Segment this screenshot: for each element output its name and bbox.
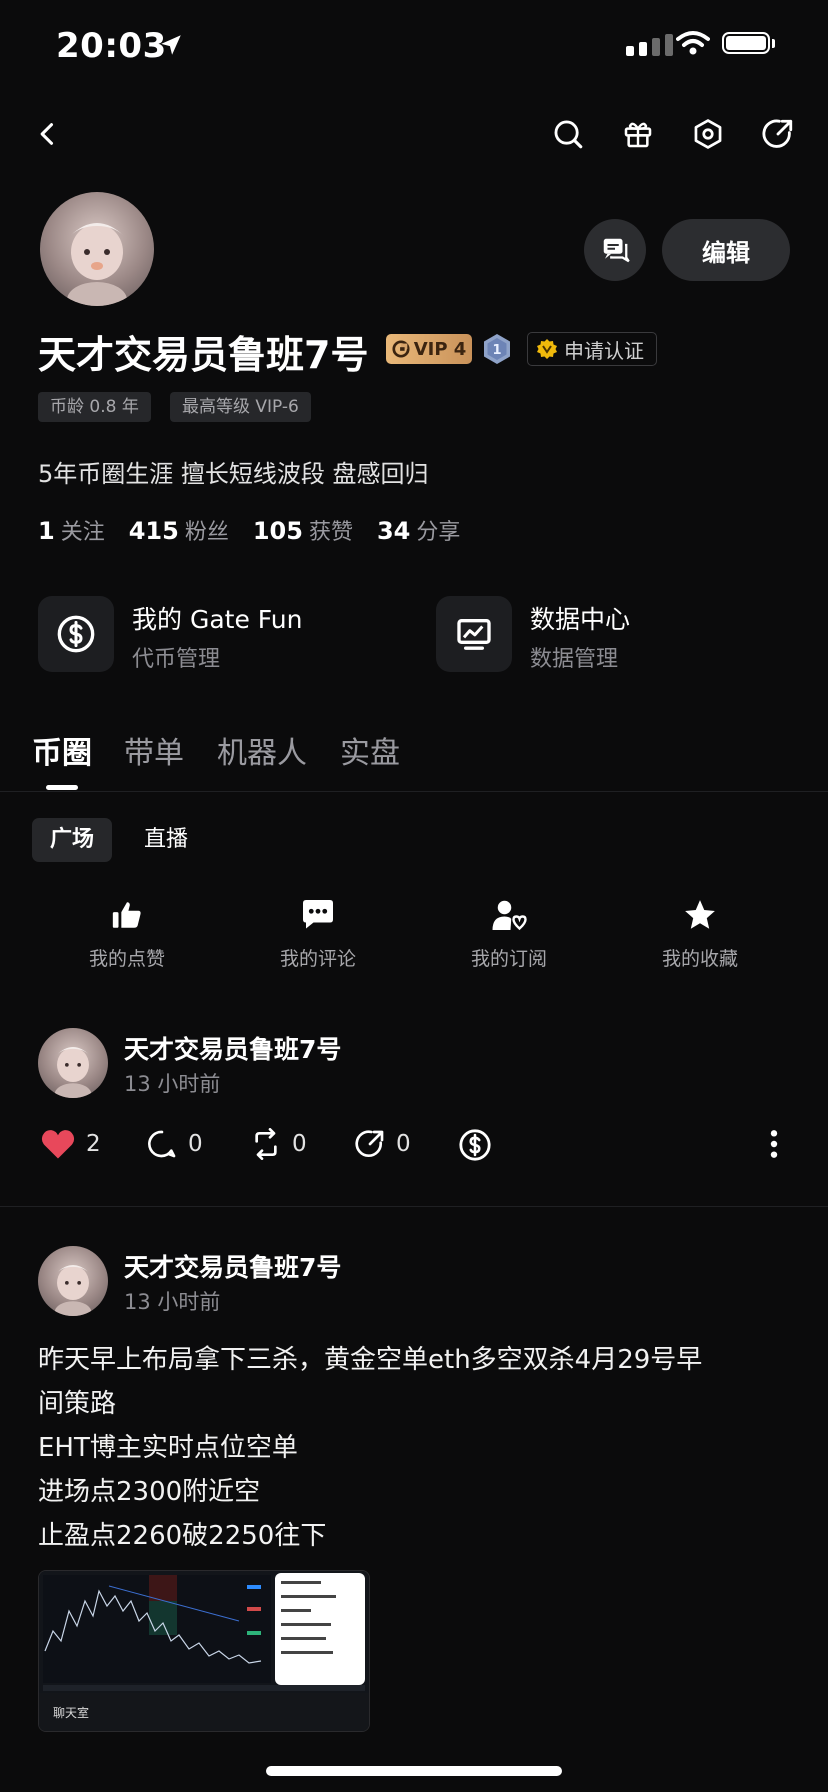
share-arrow-icon bbox=[355, 1130, 384, 1158]
tip-button[interactable] bbox=[458, 1128, 492, 1162]
gate-fun-card[interactable] bbox=[38, 596, 114, 672]
subtab-square[interactable]: 广场 bbox=[32, 818, 113, 862]
data-center-card[interactable] bbox=[436, 596, 512, 672]
home-indicator bbox=[266, 1766, 562, 1776]
settings-hexagon-icon[interactable] bbox=[686, 112, 730, 156]
post-line: EHT博主实时点位空单 bbox=[38, 1433, 298, 1463]
subscribe-icon bbox=[492, 900, 527, 931]
level-badge: 1 bbox=[482, 333, 512, 369]
like-button[interactable]: 2 bbox=[40, 1128, 101, 1160]
profile-bio: 5年币圈生涯 擅长短线波段 盘感回归 bbox=[38, 460, 429, 488]
like-count: 2 bbox=[86, 1131, 101, 1157]
vip-level-text: VIP 4 bbox=[413, 338, 467, 360]
gift-icon[interactable] bbox=[616, 112, 660, 156]
gate-fun-title[interactable]: 我的 Gate Fun bbox=[132, 600, 302, 636]
my-favorites-label: 我的收藏 bbox=[661, 948, 738, 970]
tip-dollar-icon bbox=[459, 1129, 491, 1161]
chart-monitor-icon bbox=[457, 619, 491, 650]
data-center-subtitle: 数据管理 bbox=[530, 647, 619, 672]
my-comments-label: 我的评论 bbox=[279, 948, 356, 970]
comment-icon bbox=[303, 900, 333, 929]
avatar[interactable] bbox=[40, 192, 154, 306]
vip-logo-icon bbox=[392, 340, 410, 358]
share-icon[interactable] bbox=[756, 112, 800, 156]
highest-vip-tag: 最高等级 VIP-6 bbox=[170, 392, 311, 422]
post-timestamp: 13 小时前 bbox=[124, 1290, 221, 1314]
repost-icon bbox=[255, 1128, 277, 1160]
dollar-coin-icon bbox=[57, 615, 95, 653]
data-center-title[interactable]: 数据中心 bbox=[530, 600, 630, 636]
share-post-button[interactable]: 0 bbox=[354, 1128, 411, 1160]
verify-label: 申请认证 bbox=[564, 338, 644, 363]
edit-profile-button[interactable]: 编辑 bbox=[662, 219, 790, 281]
post-author-avatar[interactable] bbox=[38, 1246, 108, 1316]
my-subscriptions-label: 我的订阅 bbox=[470, 948, 547, 970]
battery-icon bbox=[722, 32, 770, 54]
my-likes-button[interactable]: 我的点赞 bbox=[62, 896, 192, 971]
status-time: 20:03 bbox=[56, 26, 167, 66]
stat-following[interactable]: 1 关注 bbox=[38, 514, 105, 546]
star-icon bbox=[685, 900, 715, 929]
comment-button[interactable]: 0 bbox=[146, 1128, 203, 1160]
comment-count: 0 bbox=[188, 1131, 203, 1157]
my-favorites-button[interactable]: 我的收藏 bbox=[635, 896, 765, 971]
account-age-tag: 币龄 0.8 年 bbox=[38, 392, 151, 422]
my-likes-label: 我的点赞 bbox=[88, 948, 165, 970]
post-line: 昨天早上布局拿下三杀，黄金空单eth多空双杀4月29号早 bbox=[38, 1345, 703, 1375]
wifi-icon bbox=[676, 30, 710, 60]
apply-verification-button[interactable]: 申请认证 bbox=[527, 332, 657, 366]
thumbs-up-icon bbox=[112, 902, 141, 928]
post-line: 间策路 bbox=[38, 1389, 117, 1419]
post-image-thumbnail[interactable]: 聊天室 bbox=[38, 1570, 370, 1732]
more-vertical-icon bbox=[770, 1130, 778, 1158]
trading-chart-screenshot: 聊天室 bbox=[39, 1571, 369, 1731]
search-icon[interactable] bbox=[546, 112, 590, 156]
post-author-name[interactable]: 天才交易员鲁班7号 bbox=[124, 1248, 341, 1284]
image-caption: 聊天室 bbox=[53, 1705, 89, 1720]
vip-badge: VIP 4 bbox=[386, 334, 472, 364]
repost-button[interactable]: 0 bbox=[250, 1128, 307, 1160]
repost-count: 0 bbox=[292, 1131, 307, 1157]
my-comments-button[interactable]: 我的评论 bbox=[253, 896, 383, 971]
tab-live-trading[interactable]: 实盘 bbox=[340, 728, 400, 772]
stat-followers[interactable]: 415 粉丝 bbox=[129, 514, 229, 546]
gate-fun-subtitle: 代币管理 bbox=[132, 647, 221, 672]
post-author-avatar[interactable] bbox=[38, 1028, 108, 1098]
tab-bots[interactable]: 机器人 bbox=[217, 728, 307, 772]
location-arrow-icon bbox=[158, 32, 184, 62]
battery-tip bbox=[772, 39, 775, 48]
post-timestamp: 13 小时前 bbox=[124, 1072, 221, 1096]
cellular-signal-icon bbox=[626, 34, 673, 56]
post-divider bbox=[0, 1206, 828, 1207]
tab-crypto-circle[interactable]: 币圈 bbox=[32, 728, 92, 772]
message-button[interactable] bbox=[584, 219, 646, 281]
stat-shares: 34 分享 bbox=[376, 517, 461, 545]
comment-bubble-icon bbox=[148, 1130, 176, 1158]
profile-stats: 1 关注 415 粉丝 105 获赞 34 分享 bbox=[38, 514, 460, 546]
verify-badge-icon bbox=[537, 339, 557, 359]
tabs-divider bbox=[0, 791, 828, 792]
post-body[interactable]: 昨天早上布局拿下三杀，黄金空单eth多空双杀4月29号早 间策路 EHT博主实时… bbox=[38, 1338, 798, 1558]
back-icon[interactable] bbox=[26, 112, 70, 156]
active-tab-indicator bbox=[46, 785, 78, 790]
heart-icon bbox=[41, 1130, 75, 1159]
tab-copy-trading[interactable]: 带单 bbox=[124, 728, 184, 772]
subtab-live[interactable]: 直播 bbox=[126, 818, 206, 862]
post-author-name[interactable]: 天才交易员鲁班7号 bbox=[124, 1030, 341, 1066]
stat-likes: 105 获赞 bbox=[252, 517, 353, 545]
level-number: 1 bbox=[492, 343, 501, 358]
post-line: 进场点2300附近空 bbox=[38, 1477, 261, 1507]
profile-username: 天才交易员鲁班7号 bbox=[38, 333, 369, 377]
my-subscriptions-button[interactable]: 我的订阅 bbox=[444, 896, 574, 971]
chat-icon bbox=[603, 238, 630, 263]
post-line: 止盈点2260破2250往下 bbox=[38, 1521, 327, 1551]
more-options-button[interactable] bbox=[768, 1128, 780, 1160]
share-count: 0 bbox=[396, 1131, 411, 1157]
